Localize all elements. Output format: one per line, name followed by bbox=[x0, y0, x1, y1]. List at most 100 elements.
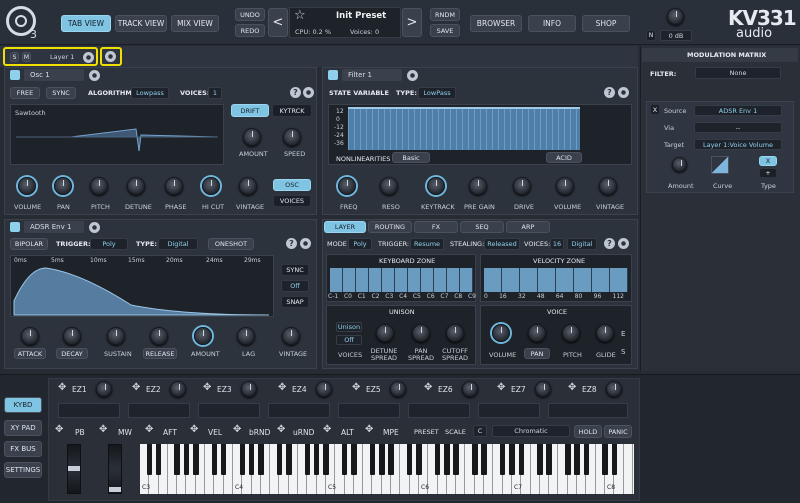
osc-title[interactable]: Osc 1 bbox=[24, 69, 84, 81]
ez5-slot[interactable] bbox=[338, 403, 400, 418]
mpe-move-icon[interactable]: ✥ bbox=[365, 424, 373, 435]
mod-remove-button[interactable]: X bbox=[650, 104, 660, 115]
scale-select[interactable]: Chromatic bbox=[492, 425, 570, 437]
env-attack-label[interactable]: ATTACK bbox=[14, 348, 46, 359]
black-key[interactable] bbox=[388, 444, 394, 475]
layer-mute-button[interactable]: M bbox=[22, 52, 31, 62]
unison-pan-knob[interactable] bbox=[412, 324, 430, 342]
black-key[interactable] bbox=[155, 444, 162, 475]
black-key[interactable] bbox=[583, 444, 590, 475]
black-key[interactable] bbox=[602, 444, 608, 475]
env-settings-gear-icon[interactable] bbox=[300, 238, 311, 249]
mod-filter-select[interactable]: None bbox=[695, 67, 781, 79]
ez1-move-icon[interactable]: ✥ bbox=[58, 382, 66, 393]
layer-settings-gear-icon[interactable] bbox=[618, 238, 629, 249]
env-release-label[interactable]: RELEASE bbox=[143, 348, 177, 359]
scale-key-select[interactable]: C bbox=[473, 425, 487, 437]
kybd-tab[interactable]: KYBD bbox=[4, 397, 42, 413]
shop-button[interactable]: SHOP bbox=[582, 15, 630, 32]
black-key[interactable] bbox=[518, 444, 524, 475]
voice-volume-knob[interactable] bbox=[492, 324, 510, 342]
voice-glide-knob[interactable] bbox=[596, 324, 614, 342]
fx-bus-tab[interactable]: FX BUS bbox=[4, 441, 42, 457]
ez8-slot[interactable] bbox=[548, 403, 628, 418]
ez2-knob[interactable] bbox=[170, 381, 186, 397]
browser-button[interactable]: BROWSER bbox=[470, 15, 522, 32]
osc-volume-knob[interactable] bbox=[18, 177, 36, 195]
env-amount-knob[interactable] bbox=[194, 327, 212, 345]
black-key[interactable] bbox=[509, 444, 515, 475]
random-button[interactable]: RNDM bbox=[430, 8, 460, 21]
black-key[interactable] bbox=[546, 444, 552, 475]
black-key[interactable] bbox=[258, 444, 264, 475]
osc-gear-icon[interactable] bbox=[89, 70, 100, 81]
env-decay-knob[interactable] bbox=[63, 327, 81, 345]
osc-voices-value[interactable]: 1 bbox=[208, 87, 222, 99]
voice-e-button[interactable]: E bbox=[621, 330, 625, 338]
black-key[interactable] bbox=[434, 444, 441, 475]
mod-type-x-button[interactable]: X bbox=[759, 156, 777, 166]
layer-mode-select[interactable]: Poly bbox=[348, 238, 372, 250]
mix-view-button[interactable]: MIX VIEW bbox=[171, 15, 219, 32]
filter-reso-knob[interactable] bbox=[380, 177, 398, 195]
next-preset-button[interactable]: > bbox=[402, 8, 422, 37]
ez7-move-icon[interactable]: ✥ bbox=[497, 382, 505, 393]
undo-button[interactable]: UNDO bbox=[235, 8, 265, 21]
filter-drive-knob[interactable] bbox=[513, 177, 531, 195]
filter-settings-gear-icon[interactable] bbox=[618, 87, 629, 98]
env-decay-label[interactable]: DECAY bbox=[56, 348, 88, 359]
black-key[interactable] bbox=[537, 444, 543, 475]
black-key[interactable] bbox=[239, 444, 245, 475]
ez2-slot[interactable] bbox=[128, 403, 190, 418]
ez6-move-icon[interactable]: ✥ bbox=[424, 382, 432, 393]
osc-detune-knob[interactable] bbox=[127, 177, 145, 195]
osc-kytrck-button[interactable]: KYTRCK bbox=[272, 104, 312, 117]
black-key[interactable] bbox=[248, 444, 255, 475]
xy-pad-tab[interactable]: XY PAD bbox=[4, 420, 42, 436]
black-key[interactable] bbox=[323, 444, 329, 475]
filter-volume-knob[interactable] bbox=[556, 177, 574, 195]
osc-osc-tab[interactable]: OSC bbox=[273, 179, 311, 191]
black-key[interactable] bbox=[276, 444, 283, 475]
filter-keytrack-knob[interactable] bbox=[427, 177, 445, 195]
layer-voices-value[interactable]: 16 bbox=[550, 238, 564, 250]
ez1-slot[interactable] bbox=[58, 403, 120, 418]
black-key[interactable] bbox=[481, 444, 487, 475]
osc-voices-tab[interactable]: VOICES bbox=[273, 195, 311, 207]
ez4-move-icon[interactable]: ✥ bbox=[278, 382, 286, 393]
filter-help-icon[interactable]: ? bbox=[604, 87, 615, 98]
black-key[interactable] bbox=[146, 444, 152, 475]
env-attack-knob[interactable] bbox=[21, 327, 39, 345]
filter-title[interactable]: Filter 1 bbox=[342, 69, 402, 81]
env-enable-checkbox[interactable] bbox=[10, 222, 20, 232]
osc-pitch-knob[interactable] bbox=[90, 177, 108, 195]
master-n-button[interactable]: N bbox=[646, 30, 656, 41]
filter-pregain-knob[interactable] bbox=[469, 177, 487, 195]
tab-arp[interactable]: ARP bbox=[506, 221, 550, 233]
black-key[interactable] bbox=[341, 444, 348, 475]
black-key[interactable] bbox=[379, 444, 385, 475]
alt-move-icon[interactable]: ✥ bbox=[323, 424, 331, 435]
osc-hicut-knob[interactable] bbox=[202, 177, 220, 195]
tab-view-button[interactable]: TAB VIEW bbox=[61, 15, 111, 32]
unison-cutoff-knob[interactable] bbox=[446, 324, 464, 342]
track-view-button[interactable]: TRACK VIEW bbox=[115, 15, 167, 32]
ez6-slot[interactable] bbox=[408, 403, 470, 418]
ez1-knob[interactable] bbox=[96, 381, 112, 397]
settings-tab[interactable]: SETTINGS bbox=[4, 462, 42, 478]
add-layer-gear-icon[interactable] bbox=[105, 51, 116, 62]
aft-move-icon[interactable]: ✥ bbox=[145, 424, 153, 435]
black-key[interactable] bbox=[611, 444, 617, 475]
ez4-knob[interactable] bbox=[316, 381, 332, 397]
env-vintage-knob[interactable] bbox=[282, 327, 300, 345]
mw-move-icon[interactable]: ✥ bbox=[99, 424, 107, 435]
ez3-move-icon[interactable]: ✥ bbox=[203, 382, 211, 393]
tab-fx[interactable]: FX bbox=[414, 221, 458, 233]
mod-via-select[interactable]: -- bbox=[694, 122, 782, 133]
black-key[interactable] bbox=[304, 444, 311, 475]
layer-voices-type[interactable]: Digital bbox=[567, 238, 597, 250]
voice-s-button[interactable]: S bbox=[621, 348, 625, 356]
ez4-slot[interactable] bbox=[268, 403, 330, 418]
white-key[interactable] bbox=[623, 444, 633, 494]
filter-vintage-knob[interactable] bbox=[599, 177, 617, 195]
